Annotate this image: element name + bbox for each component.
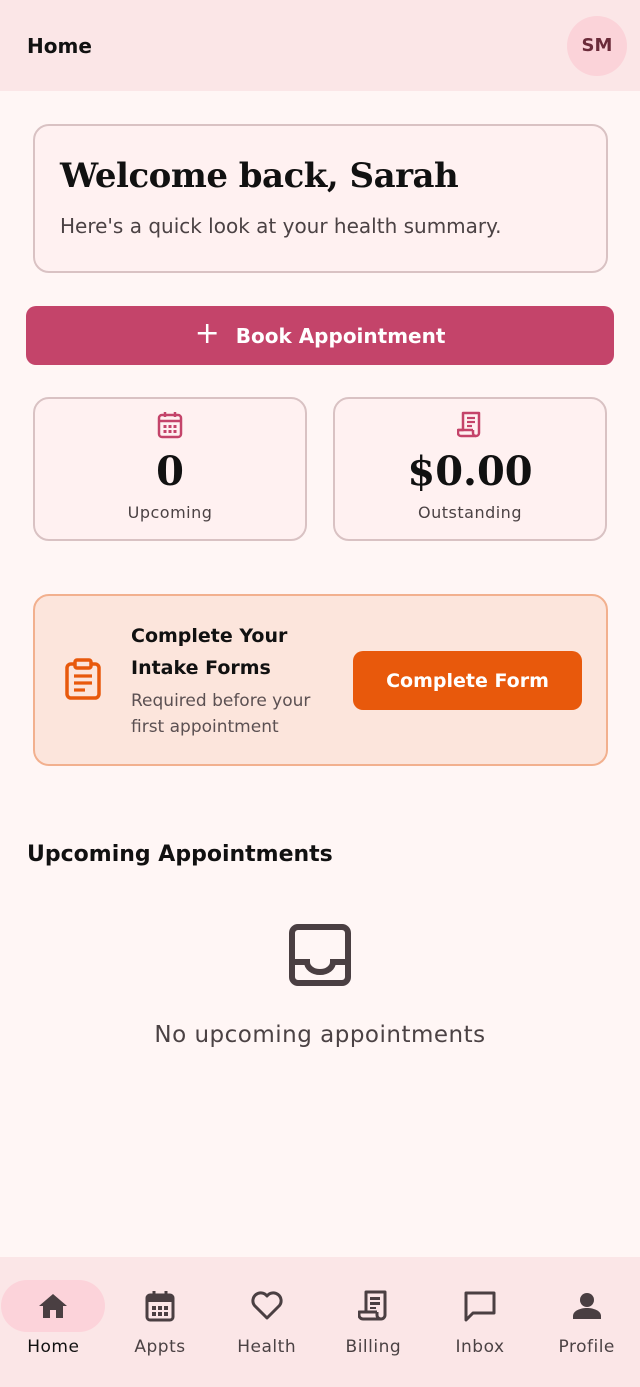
upcoming-stat-card[interactable]: 0 Upcoming xyxy=(33,397,307,541)
plus-icon: + xyxy=(194,316,220,351)
upcoming-label: Upcoming xyxy=(127,503,213,522)
page-title: Home xyxy=(27,33,92,58)
person-icon xyxy=(572,1288,602,1324)
nav-item-home[interactable]: Home xyxy=(0,1257,107,1387)
welcome-title: Welcome back, Sarah xyxy=(60,156,459,196)
receipt-icon xyxy=(358,1288,388,1324)
nav-item-profile[interactable]: Profile xyxy=(533,1257,640,1387)
complete-form-button[interactable]: Complete Form xyxy=(353,651,582,710)
calendar-icon xyxy=(157,411,183,443)
intake-subtitle: Required before your first appointment xyxy=(131,691,311,737)
book-appointment-label: Book Appointment xyxy=(235,323,446,348)
nav-label-profile: Profile xyxy=(558,1337,615,1357)
nav-item-billing[interactable]: Billing xyxy=(320,1257,427,1387)
upcoming-count: 0 xyxy=(156,448,184,495)
receipt-icon xyxy=(456,411,483,443)
nav-item-health[interactable]: Health xyxy=(213,1257,320,1387)
upcoming-appointments-heading: Upcoming Appointments xyxy=(27,842,333,867)
outstanding-label: Outstanding xyxy=(418,503,522,522)
book-appointment-button[interactable]: + Book Appointment xyxy=(26,306,614,365)
clipboard-icon xyxy=(63,658,103,706)
outstanding-stat-card[interactable]: $0.00 Outstanding xyxy=(333,397,607,541)
nav-item-inbox[interactable]: Inbox xyxy=(427,1257,534,1387)
top-app-bar: Home SM xyxy=(0,0,640,91)
calendar-icon xyxy=(145,1288,175,1324)
bottom-navigation: Home Appts Health Billing Inbox Profile xyxy=(0,1257,640,1387)
welcome-card: Welcome back, Sarah Here's a quick look … xyxy=(33,124,608,273)
empty-appointments-text: No upcoming appointments xyxy=(154,1022,486,1048)
nav-label-appts: Appts xyxy=(134,1337,186,1357)
nav-label-billing: Billing xyxy=(345,1337,402,1357)
chat-icon xyxy=(463,1288,497,1324)
home-icon xyxy=(37,1288,69,1324)
welcome-subtitle: Here's a quick look at your health summa… xyxy=(60,214,502,238)
inbox-icon xyxy=(287,922,353,992)
nav-item-appts[interactable]: Appts xyxy=(107,1257,214,1387)
nav-label-home: Home xyxy=(27,1337,80,1357)
heart-icon xyxy=(250,1288,284,1324)
outstanding-amount: $0.00 xyxy=(407,448,533,495)
nav-label-health: Health xyxy=(237,1337,297,1357)
intake-forms-card: Complete Your Intake Forms Required befo… xyxy=(33,594,608,766)
intake-title: Complete Your Intake Forms xyxy=(131,625,288,679)
nav-label-inbox: Inbox xyxy=(455,1337,505,1357)
avatar[interactable]: SM xyxy=(567,15,627,76)
